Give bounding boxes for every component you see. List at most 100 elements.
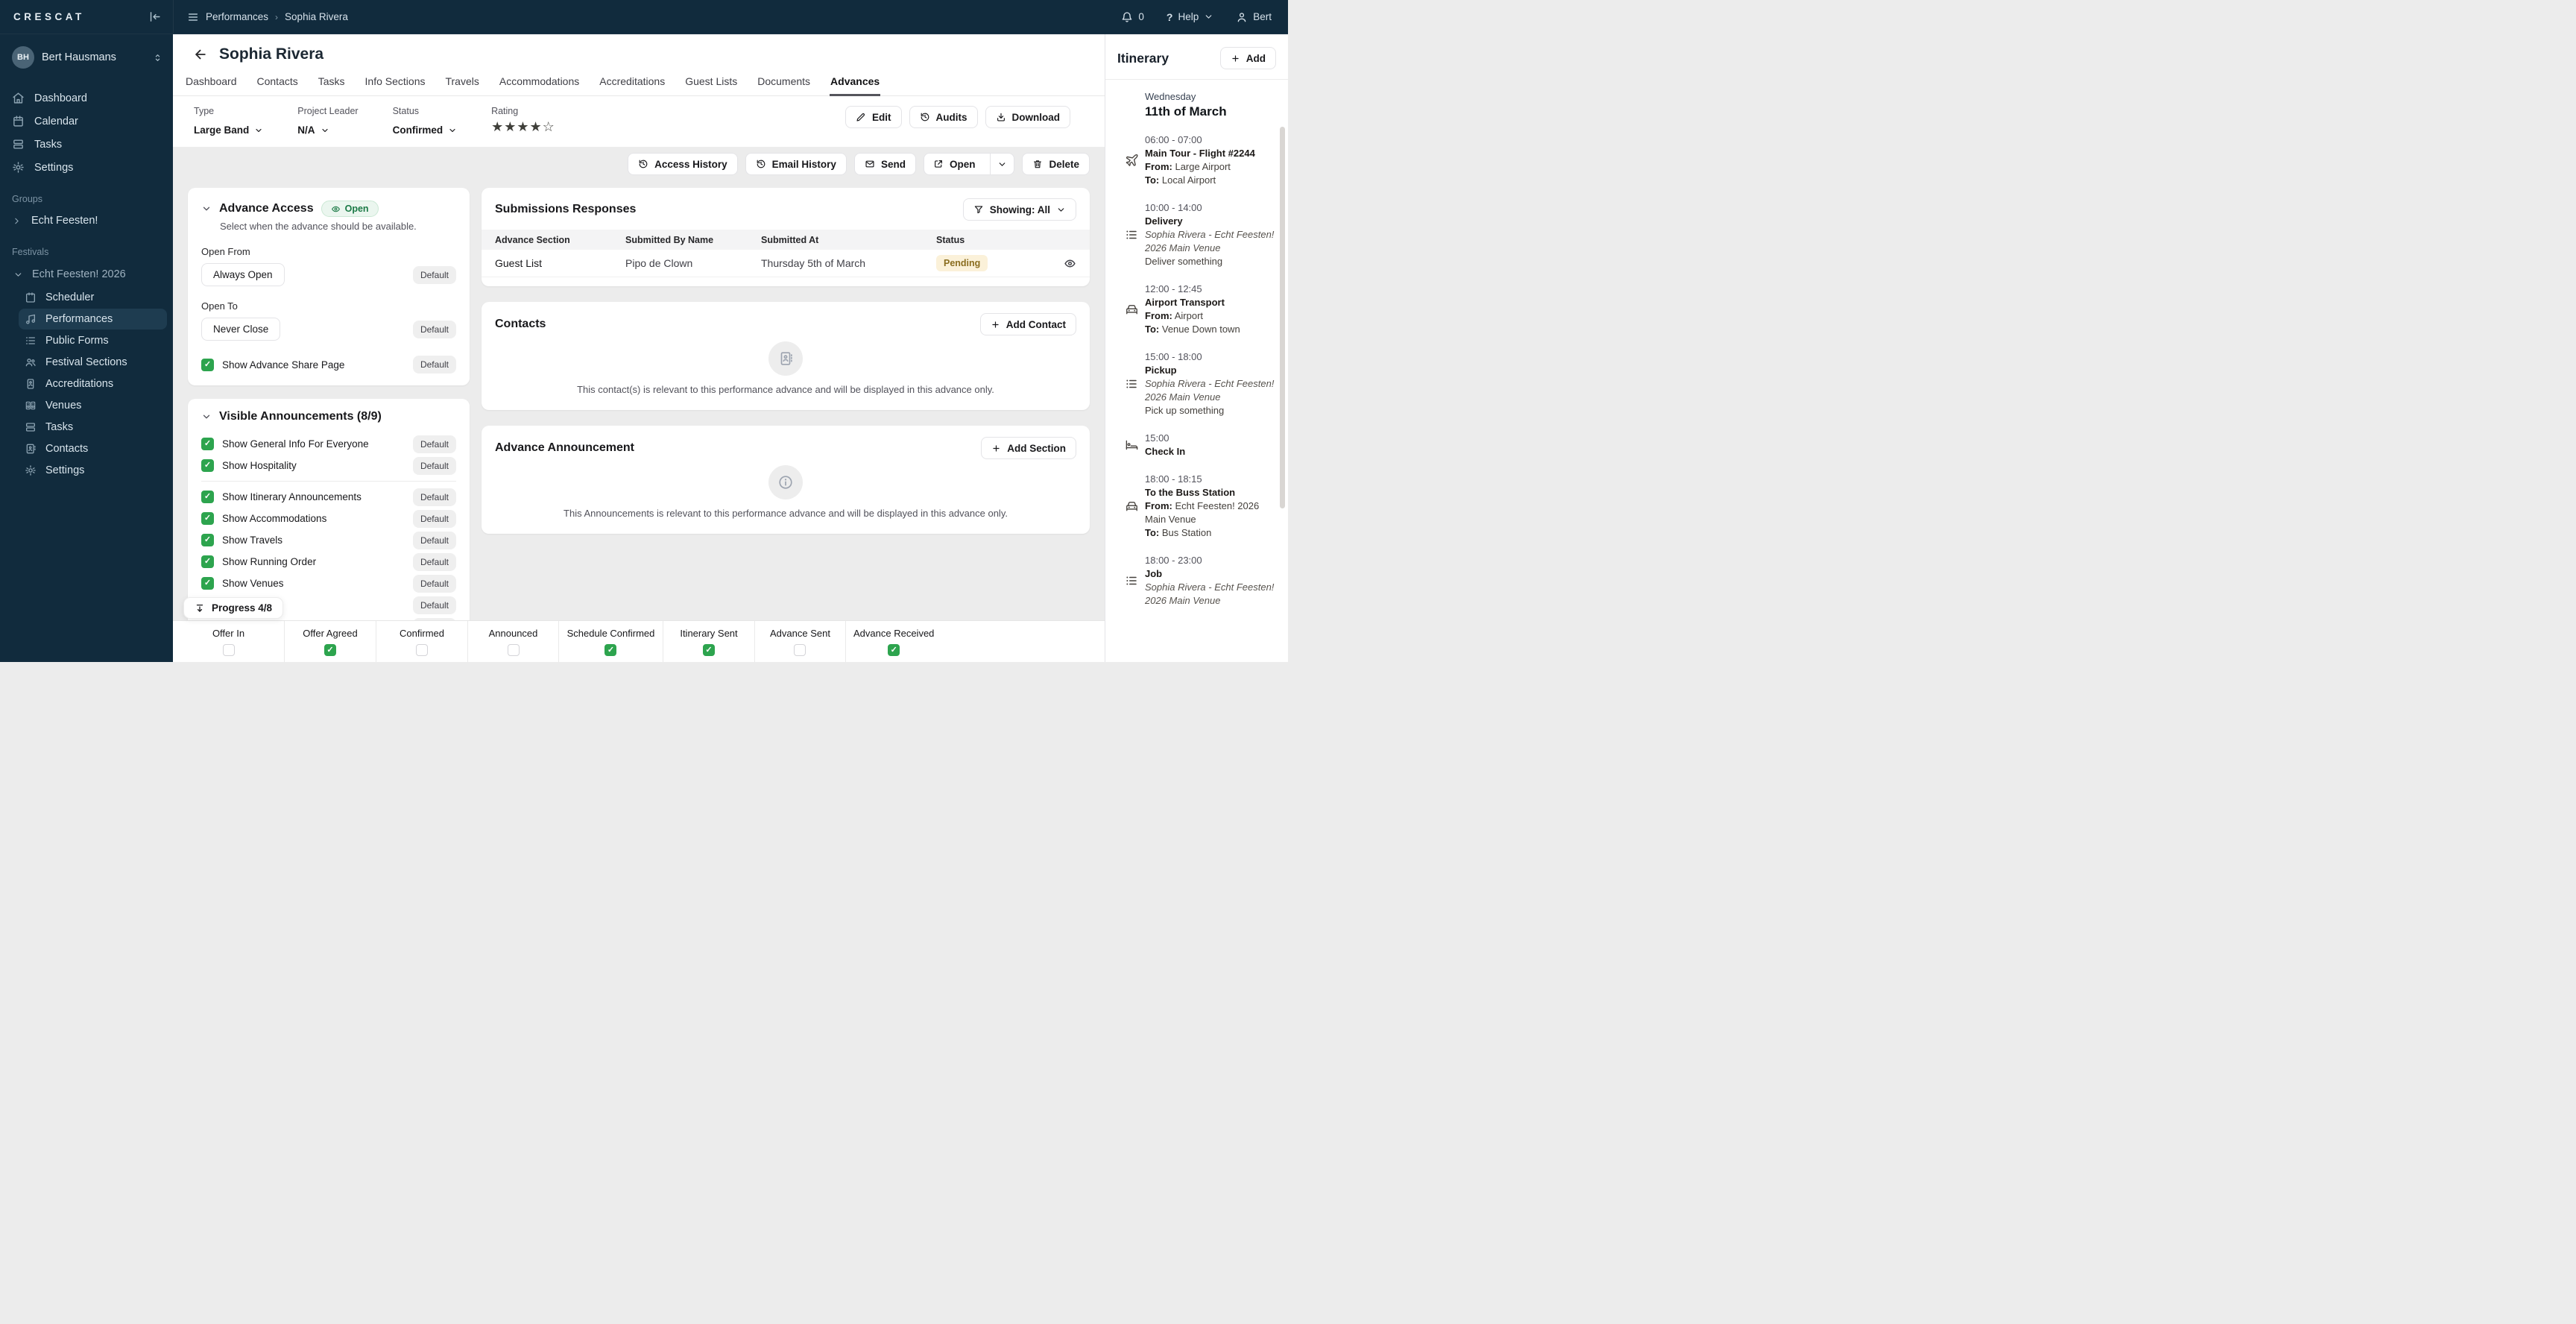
progress-button[interactable]: Progress 4/8 bbox=[183, 597, 284, 619]
tab-accommodations[interactable]: Accommodations bbox=[499, 72, 580, 95]
announcement-checkbox[interactable] bbox=[201, 438, 214, 450]
add-itinerary-button[interactable]: Add bbox=[1219, 47, 1276, 69]
sidebar-item-settings-festival[interactable]: Settings bbox=[19, 460, 167, 481]
user-menu[interactable]: Bert bbox=[1236, 11, 1272, 23]
plus-icon bbox=[993, 444, 1000, 452]
step-checkbox[interactable] bbox=[604, 644, 617, 656]
chevron-down-icon bbox=[1058, 207, 1064, 212]
sidebar-item-contacts[interactable]: Contacts bbox=[19, 438, 167, 459]
divider bbox=[201, 481, 456, 482]
edit-button[interactable]: Edit bbox=[845, 106, 902, 128]
type-select[interactable]: Large Band bbox=[194, 124, 263, 136]
download-button[interactable]: Download bbox=[985, 106, 1070, 128]
open-button-main[interactable]: Open bbox=[924, 154, 985, 174]
tab-contacts[interactable]: Contacts bbox=[256, 72, 299, 95]
announcement-checkbox[interactable] bbox=[201, 534, 214, 546]
list-icon bbox=[25, 335, 37, 347]
sidebar-item-dashboard[interactable]: Dashboard bbox=[0, 86, 173, 110]
status-select[interactable]: Confirmed bbox=[393, 124, 458, 136]
itinerary-item[interactable]: 06:00 - 07:00 Main Tour - Flight #2244 F… bbox=[1126, 133, 1281, 187]
notifications-button[interactable]: 0 bbox=[1121, 11, 1144, 23]
email-history-button[interactable]: Email History bbox=[745, 153, 847, 175]
tab-advances[interactable]: Advances bbox=[830, 72, 881, 96]
announcement-checkbox[interactable] bbox=[201, 577, 214, 590]
itinerary-item[interactable]: 18:00 - 23:00 Job Sophia Rivera - Echt F… bbox=[1126, 554, 1281, 608]
sidebar-item-public-forms[interactable]: Public Forms bbox=[19, 330, 167, 351]
delete-button[interactable]: Delete bbox=[1022, 153, 1090, 175]
tab-travels[interactable]: Travels bbox=[444, 72, 479, 95]
tab-guest-lists[interactable]: Guest Lists bbox=[684, 72, 738, 95]
star-rating[interactable]: ★★★★☆ bbox=[491, 119, 555, 135]
project-leader-select[interactable]: N/A bbox=[297, 124, 358, 136]
back-arrow-icon[interactable] bbox=[193, 47, 208, 62]
step-checkbox[interactable] bbox=[702, 644, 715, 656]
table-row[interactable]: Guest List Pipo de Clown Thursday 5th of… bbox=[482, 250, 1090, 277]
sidebar-item-scheduler[interactable]: Scheduler bbox=[19, 287, 167, 308]
sidebar-item-settings[interactable]: Settings bbox=[0, 156, 173, 179]
card-title: Advance Announcement bbox=[495, 441, 634, 454]
cell-submitted-at: Thursday 5th of March bbox=[761, 257, 866, 269]
open-status-badge: Open bbox=[321, 201, 379, 217]
tab-accreditations[interactable]: Accreditations bbox=[599, 72, 666, 95]
step-checkbox[interactable] bbox=[416, 644, 428, 656]
add-contact-button[interactable]: Add Contact bbox=[979, 313, 1076, 335]
itinerary-item[interactable]: 12:00 - 12:45 Airport Transport From: Ai… bbox=[1126, 283, 1281, 336]
step-checkbox[interactable] bbox=[888, 644, 900, 656]
step-checkbox[interactable] bbox=[222, 644, 235, 656]
add-section-button[interactable]: Add Section bbox=[981, 437, 1076, 459]
scrollbar-thumb[interactable] bbox=[1280, 127, 1285, 508]
gear-icon bbox=[25, 464, 37, 476]
send-button[interactable]: Send bbox=[853, 153, 916, 175]
sidebar-collapse-icon[interactable] bbox=[148, 10, 161, 23]
tab-info-sections[interactable]: Info Sections bbox=[364, 72, 426, 95]
help-menu[interactable]: ? Help bbox=[1167, 11, 1213, 23]
itinerary-item[interactable]: 10:00 - 14:00 Delivery Sophia Rivera - E… bbox=[1126, 201, 1281, 268]
sidebar-item-group-echt-feesten[interactable]: Echt Feesten! bbox=[0, 209, 173, 232]
announcement-row: Show Travels Default bbox=[201, 529, 456, 551]
itinerary-item[interactable]: 18:00 - 18:15 To the Buss Station From: … bbox=[1126, 473, 1281, 540]
sidebar-item-calendar[interactable]: Calendar bbox=[0, 110, 173, 133]
sidebar-item-venues[interactable]: Venues bbox=[19, 395, 167, 416]
card-title: Advance Access bbox=[219, 202, 314, 215]
collapse-chevron-icon[interactable] bbox=[201, 204, 212, 214]
breadcrumb: Performances › Sophia Rivera bbox=[173, 0, 1121, 34]
sidebar-item-tasks-festival[interactable]: Tasks bbox=[19, 417, 167, 438]
collapse-chevron-icon[interactable] bbox=[201, 412, 212, 422]
announcement-checkbox[interactable] bbox=[201, 459, 214, 472]
tab-dashboard[interactable]: Dashboard bbox=[185, 72, 238, 95]
announcement-checkbox[interactable] bbox=[201, 555, 214, 568]
arrow-down-to-line-icon bbox=[196, 604, 203, 612]
step-checkbox[interactable] bbox=[323, 644, 336, 656]
view-submission-icon[interactable] bbox=[1064, 257, 1076, 270]
menu-icon[interactable] bbox=[187, 11, 199, 23]
tab-tasks[interactable]: Tasks bbox=[318, 72, 346, 95]
sidebar-item-performances[interactable]: Performances bbox=[19, 309, 167, 330]
sidebar-item-festival-sections[interactable]: Festival Sections bbox=[19, 352, 167, 373]
breadcrumb-section[interactable]: Performances bbox=[206, 11, 268, 22]
audits-button[interactable]: Audits bbox=[909, 106, 978, 128]
access-history-button[interactable]: Access History bbox=[628, 153, 738, 175]
open-to-select[interactable]: Never Close bbox=[201, 318, 281, 341]
open-from-select[interactable]: Always Open bbox=[201, 263, 285, 286]
share-page-checkbox[interactable] bbox=[201, 358, 214, 371]
step-checkbox[interactable] bbox=[794, 644, 806, 656]
announcement-checkbox[interactable] bbox=[201, 491, 214, 503]
default-pill: Default bbox=[412, 552, 456, 571]
sidebar-user-switcher[interactable]: BH Bert Hausmans bbox=[0, 40, 173, 75]
right-column: Submissions Responses Showing: All Advan… bbox=[482, 188, 1090, 534]
sidebar-item-label: Accreditations bbox=[45, 378, 114, 390]
itinerary-item[interactable]: 15:00 Check In bbox=[1126, 432, 1281, 458]
tab-documents[interactable]: Documents bbox=[757, 72, 811, 95]
sidebar-festival-header[interactable]: Echt Feesten! 2026 bbox=[0, 262, 173, 286]
announcement-checkbox[interactable] bbox=[201, 512, 214, 525]
itinerary-list[interactable]: Wednesday 11th of March 06:00 - 07:00 Ma… bbox=[1105, 80, 1288, 662]
open-button-dropdown[interactable] bbox=[990, 154, 1014, 174]
sidebar-item-tasks[interactable]: Tasks bbox=[0, 133, 173, 156]
showing-filter-button[interactable]: Showing: All bbox=[962, 198, 1076, 221]
itinerary-item[interactable]: 15:00 - 18:00 Pickup Sophia Rivera - Ech… bbox=[1126, 350, 1281, 417]
sidebar-festival-label: Echt Feesten! 2026 bbox=[32, 268, 126, 280]
step-checkbox[interactable] bbox=[507, 644, 520, 656]
sidebar-item-accreditations[interactable]: Accreditations bbox=[19, 373, 167, 394]
sidebar-item-label: Settings bbox=[34, 161, 74, 174]
question-icon: ? bbox=[1166, 10, 1173, 23]
